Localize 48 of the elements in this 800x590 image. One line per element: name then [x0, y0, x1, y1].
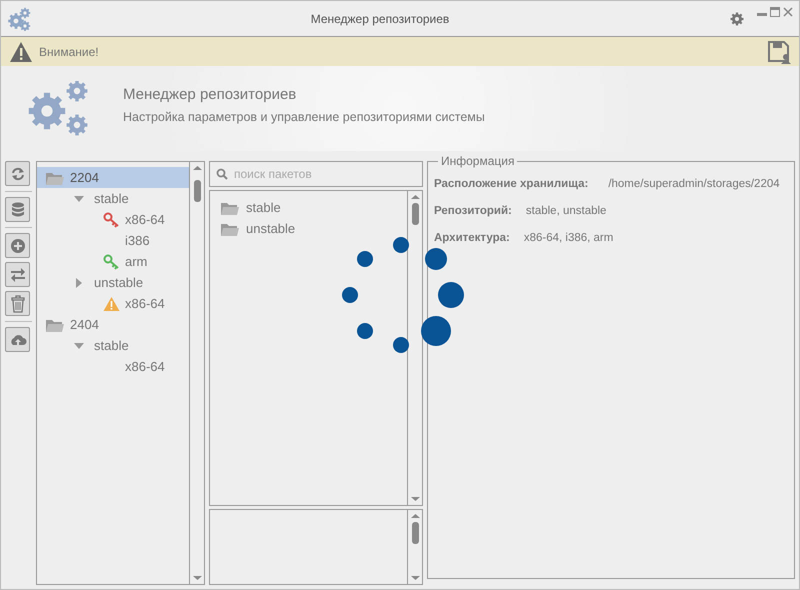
tree-item[interactable]: i386 [37, 230, 189, 251]
info-value: stable, unstable [526, 204, 606, 219]
info-label: Репозиторий: [434, 204, 512, 219]
scroll-thumb[interactable] [412, 522, 419, 544]
warning-text: Внимание! [39, 44, 99, 60]
tree-item[interactable]: arm [37, 251, 189, 272]
info-label: Расположение хранилища: [434, 176, 588, 192]
scroll-thumb[interactable] [194, 180, 201, 202]
add-button[interactable] [5, 233, 30, 258]
info-title: Информация [440, 155, 516, 167]
package-folder[interactable]: stable [210, 197, 281, 218]
search-field[interactable]: поиск пакетов [209, 161, 423, 187]
warning-icon [9, 40, 33, 62]
maximize-icon[interactable] [770, 7, 780, 17]
tree-item[interactable]: x86-64 [37, 293, 189, 314]
gears-icon [7, 6, 31, 30]
settings-icon[interactable] [729, 10, 745, 26]
tree-item[interactable]: stable [37, 335, 189, 356]
tree-item[interactable]: stable [37, 188, 189, 209]
window-title: Менеджер репозиториев [310, 10, 450, 28]
swap-icon [8, 266, 26, 284]
swap-button[interactable] [5, 262, 30, 287]
delete-icon [8, 294, 26, 312]
scroll-thumb[interactable] [412, 203, 419, 225]
close-icon[interactable] [783, 7, 793, 17]
expand-arrow-icon[interactable] [74, 278, 84, 288]
header-subtitle: Настройка параметров и управление репозиториями системы [123, 110, 485, 125]
delete-button[interactable] [5, 291, 30, 316]
collapse-arrow-icon[interactable] [74, 194, 84, 204]
tree-item[interactable]: unstable [37, 272, 189, 293]
add-icon [8, 236, 26, 254]
database-button[interactable] [5, 197, 30, 222]
header-title: Менеджер репозиториев [123, 86, 298, 104]
tree-item[interactable]: 2404 [37, 314, 189, 335]
package-folder[interactable]: unstable [210, 218, 296, 239]
info-label: Архитектура: [434, 230, 510, 246]
refresh-button[interactable] [5, 161, 30, 186]
upload-button[interactable] [5, 327, 30, 352]
tree-item[interactable]: x86-64 [37, 356, 189, 377]
info-value: /home/superadmin/storages/2204 [608, 176, 780, 192]
search-icon [216, 168, 228, 180]
tree-item[interactable]: x86-64 [37, 209, 189, 230]
tree-item[interactable]: 2204 [37, 167, 189, 188]
search-input[interactable]: поиск пакетов [232, 164, 412, 184]
warning-icon [103, 296, 120, 312]
save-icon[interactable] [767, 40, 791, 64]
info-value: x86-64, i386, arm [524, 230, 614, 246]
collapse-arrow-icon[interactable] [74, 340, 84, 350]
